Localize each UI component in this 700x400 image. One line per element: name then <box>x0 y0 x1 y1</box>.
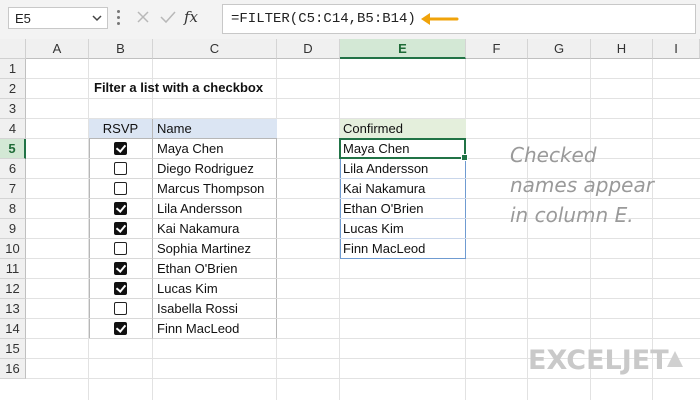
name-box-value: E5 <box>15 11 31 26</box>
name-box[interactable]: E5 <box>8 7 108 29</box>
column-header-h[interactable]: H <box>591 39 653 59</box>
column-header-a[interactable]: A <box>26 39 89 59</box>
sheet-title: Filter a list with a checkbox <box>94 80 264 95</box>
checkbox-checked[interactable] <box>114 322 127 335</box>
rsvp-header[interactable]: RSVP <box>89 119 153 139</box>
formula-input[interactable]: =FILTER(C5:C14,B5:B14) <box>222 4 696 34</box>
row-header-4[interactable]: 4 <box>0 119 26 139</box>
column-header-i[interactable]: I <box>653 39 700 59</box>
select-all-corner[interactable] <box>0 39 26 59</box>
column-header-g[interactable]: G <box>528 39 591 59</box>
logo-mark-icon <box>667 351 683 367</box>
column-header-b[interactable]: B <box>89 39 153 59</box>
rsvp-cell[interactable] <box>89 179 153 199</box>
column-header-e[interactable]: E <box>340 39 466 59</box>
fill-handle[interactable] <box>461 154 468 161</box>
row-header-11[interactable]: 11 <box>0 259 26 279</box>
row-header-16[interactable]: 16 <box>0 359 26 379</box>
row-header-2[interactable]: 2 <box>0 79 26 99</box>
name-cell[interactable]: Sophia Martinez <box>153 239 277 259</box>
row-header-9[interactable]: 9 <box>0 219 26 239</box>
drag-handle-icon[interactable] <box>117 10 121 28</box>
column-header-c[interactable]: C <box>153 39 277 59</box>
confirmed-header[interactable]: Confirmed <box>340 119 466 139</box>
note-line: in column E. <box>510 203 634 227</box>
name-cell[interactable]: Diego Rodriguez <box>153 159 277 179</box>
name-cell[interactable]: Maya Chen <box>153 139 277 159</box>
checkbox-unchecked[interactable] <box>114 182 127 195</box>
row-header-8[interactable]: 8 <box>0 199 26 219</box>
rsvp-cell[interactable] <box>89 159 153 179</box>
confirmed-cell[interactable]: Kai Nakamura <box>340 179 466 199</box>
row-header-5[interactable]: 5 <box>0 139 26 159</box>
insert-function-button[interactable]: fx <box>184 8 198 26</box>
formula-bar: E5 fx =FILTER(C5:C14,B5:B14) <box>0 0 700 40</box>
checkbox-unchecked[interactable] <box>114 162 127 175</box>
name-cell[interactable]: Lucas Kim <box>153 279 277 299</box>
active-cell-selection[interactable] <box>339 138 468 161</box>
cancel-icon[interactable] <box>136 10 150 24</box>
row-header-6[interactable]: 6 <box>0 159 26 179</box>
rsvp-cell[interactable] <box>89 199 153 219</box>
chevron-down-icon[interactable] <box>92 14 102 22</box>
row-header-13[interactable]: 13 <box>0 299 26 319</box>
annotation-note: Checked names appear in column E. <box>510 140 654 230</box>
rsvp-cell[interactable] <box>89 219 153 239</box>
checkbox-unchecked[interactable] <box>114 242 127 255</box>
rsvp-cell[interactable] <box>89 239 153 259</box>
checkbox-checked[interactable] <box>114 142 127 155</box>
name-cell[interactable]: Marcus Thompson <box>153 179 277 199</box>
exceljet-logo: EXCELJET <box>528 345 669 376</box>
checkbox-checked[interactable] <box>114 222 127 235</box>
note-line: names appear <box>510 173 654 197</box>
rsvp-cell[interactable] <box>89 139 153 159</box>
rsvp-cell[interactable] <box>89 259 153 279</box>
name-cell[interactable]: Lila Andersson <box>153 199 277 219</box>
row-header-7[interactable]: 7 <box>0 179 26 199</box>
confirmed-cell[interactable]: Lucas Kim <box>340 219 466 239</box>
row-header-14[interactable]: 14 <box>0 319 26 339</box>
confirmed-cell[interactable]: Ethan O'Brien <box>340 199 466 219</box>
check-icon[interactable] <box>160 10 176 24</box>
formula-buttons: fx <box>128 7 218 29</box>
row-gridline <box>26 98 700 99</box>
name-cell[interactable]: Ethan O'Brien <box>153 259 277 279</box>
name-cell[interactable]: Kai Nakamura <box>153 219 277 239</box>
rsvp-cell[interactable] <box>89 319 153 339</box>
formula-text: =FILTER(C5:C14,B5:B14) <box>231 11 416 27</box>
column-header-d[interactable]: D <box>277 39 340 59</box>
checkbox-checked[interactable] <box>114 282 127 295</box>
rsvp-cell[interactable] <box>89 279 153 299</box>
name-cell[interactable]: Finn MacLeod <box>153 319 277 339</box>
name-cell[interactable]: Isabella Rossi <box>153 299 277 319</box>
rsvp-cell[interactable] <box>89 299 153 319</box>
name-header[interactable]: Name <box>153 119 277 139</box>
row-header-3[interactable]: 3 <box>0 99 26 119</box>
column-header-f[interactable]: F <box>466 39 528 59</box>
row-header-10[interactable]: 10 <box>0 239 26 259</box>
arrow-left-icon <box>421 13 459 25</box>
checkbox-unchecked[interactable] <box>114 302 127 315</box>
row-header-12[interactable]: 12 <box>0 279 26 299</box>
row-gridline <box>26 378 700 379</box>
row-header-1[interactable]: 1 <box>0 59 26 79</box>
confirmed-cell[interactable]: Lila Andersson <box>340 159 466 179</box>
note-line: Checked <box>510 143 597 167</box>
checkbox-checked[interactable] <box>114 262 127 275</box>
row-gridline <box>26 78 700 79</box>
confirmed-cell[interactable]: Finn MacLeod <box>340 239 466 259</box>
checkbox-checked[interactable] <box>114 202 127 215</box>
row-header-15[interactable]: 15 <box>0 339 26 359</box>
